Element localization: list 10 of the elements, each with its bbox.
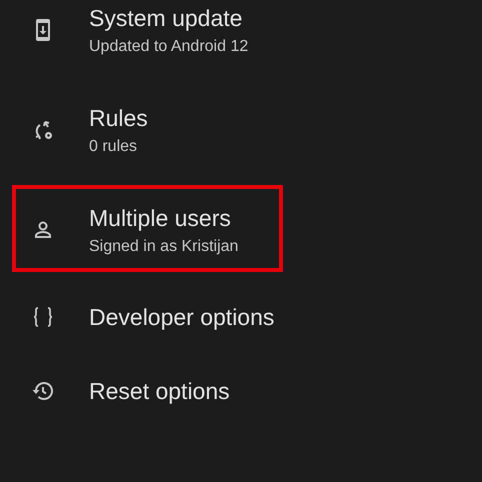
item-title[interactable]: Reset options — [89, 378, 230, 404]
item-title[interactable]: Multiple users — [89, 204, 238, 232]
item-title[interactable]: Rules — [89, 104, 148, 132]
item-subtitle: Signed in as Kristijan — [89, 238, 238, 256]
history-icon — [31, 379, 55, 403]
item-title[interactable]: System update — [89, 4, 248, 32]
braces-icon — [31, 305, 55, 329]
item-subtitle: 0 rules — [89, 138, 138, 156]
item-title[interactable]: Developer options — [89, 304, 274, 330]
item-subtitle: Updated to Android 12 — [89, 38, 248, 56]
